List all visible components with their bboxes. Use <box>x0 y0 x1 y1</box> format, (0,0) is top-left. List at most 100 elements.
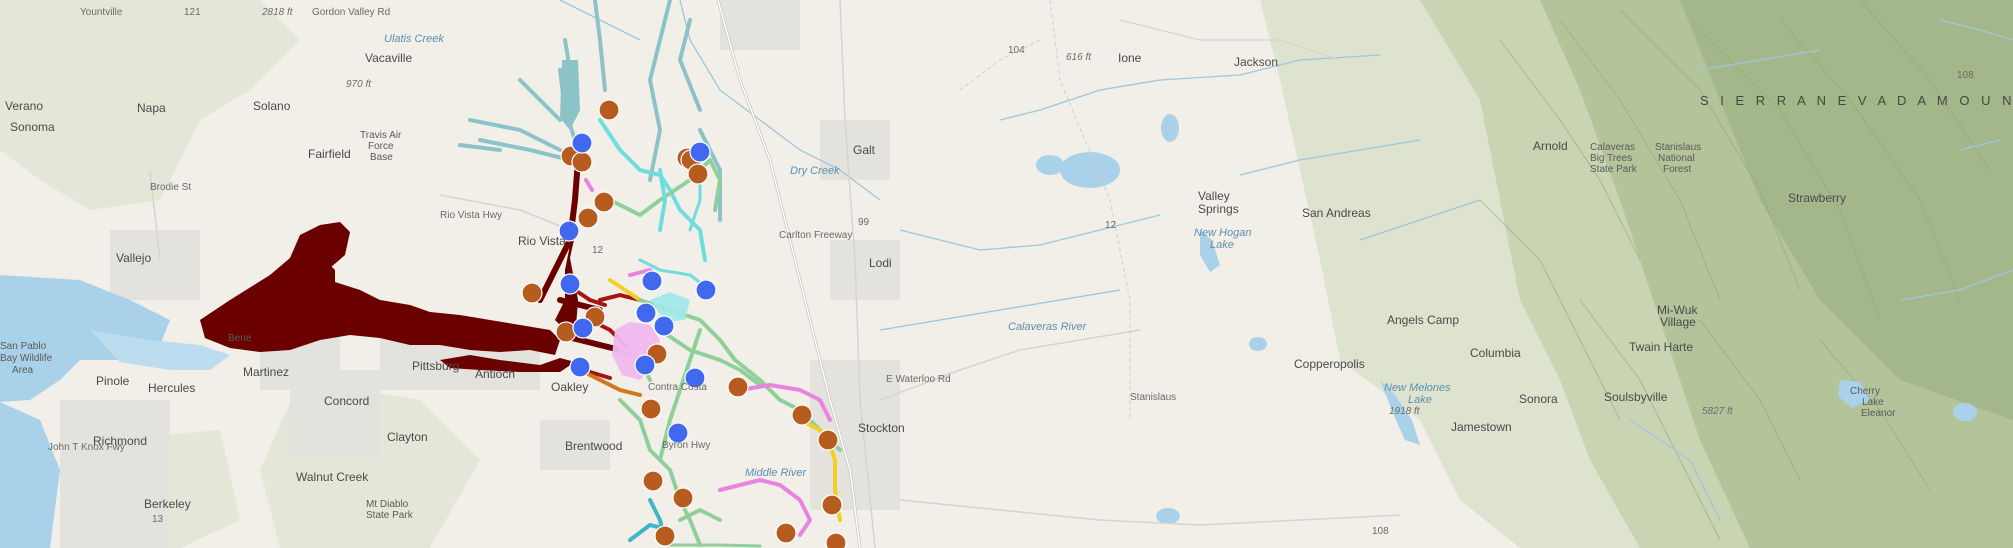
place-label-small: Big Trees <box>1590 153 1632 164</box>
map-marker-blue[interactable] <box>641 270 663 292</box>
water-label: Lake <box>1210 239 1234 251</box>
place-label: Sonora <box>1519 392 1558 406</box>
water-label: Ulatis Creek <box>384 33 444 45</box>
place-label: Springs <box>1198 202 1239 216</box>
place-label: Brentwood <box>565 439 622 453</box>
map-marker-blue[interactable] <box>559 273 581 295</box>
place-label: Berkeley <box>144 497 191 511</box>
place-label: Martinez <box>243 365 289 379</box>
region-label: S I E R R A N E V A D A M O U N T A I N <box>1700 93 2013 108</box>
place-label-small: Forest <box>1663 164 1692 175</box>
place-label: Concord <box>324 394 369 408</box>
place-label: Pittsburg <box>412 359 459 373</box>
elevation-label: 1918 ft <box>1389 406 1421 417</box>
map-marker-brown[interactable] <box>654 525 676 547</box>
place-label-small: Mt Diablo <box>366 499 409 510</box>
place-label-small: Force <box>368 141 394 152</box>
water-label: Lake <box>1408 394 1432 406</box>
map-marker-brown[interactable] <box>825 532 847 548</box>
place-label: Stockton <box>858 421 905 435</box>
map-marker-brown[interactable] <box>687 163 709 185</box>
map-marker-brown[interactable] <box>593 191 615 213</box>
place-label: San Andreas <box>1302 206 1371 220</box>
map-marker-blue[interactable] <box>571 132 593 154</box>
place-label: Vallejo <box>116 251 151 265</box>
place-label: Twain Harte <box>1629 340 1693 354</box>
place-label: Fairfield <box>308 147 351 161</box>
place-label: Sonoma <box>10 120 55 134</box>
place-label: Valley <box>1198 189 1230 203</box>
map-marker-brown[interactable] <box>775 522 797 544</box>
map-marker-brown[interactable] <box>598 99 620 121</box>
map-marker-blue[interactable] <box>689 141 711 163</box>
elevation-label: 616 ft <box>1066 52 1092 63</box>
map-marker-blue[interactable] <box>569 356 591 378</box>
highway-shield-label: 99 <box>858 217 870 228</box>
map-marker-brown[interactable] <box>571 151 593 173</box>
place-label-small: Calaveras <box>1590 142 1635 153</box>
place-label-small: National <box>1658 153 1695 164</box>
map-marker-brown[interactable] <box>640 398 662 420</box>
place-label: Soulsbyville <box>1604 390 1668 404</box>
place-label-small: Lake <box>1862 397 1884 408</box>
highway-shield-label: 108 <box>1372 526 1389 537</box>
map-marker-brown[interactable] <box>791 404 813 426</box>
place-label: Jamestown <box>1451 420 1512 434</box>
place-label-small: San Pablo <box>0 341 47 352</box>
map-marker-brown[interactable] <box>672 487 694 509</box>
place-label-small: Travis Air <box>360 130 402 141</box>
map-marker-brown[interactable] <box>817 429 839 451</box>
place-label: Jackson <box>1234 55 1278 69</box>
misc-label: Byron Hwy <box>662 440 710 451</box>
road-label: E Waterloo Rd <box>886 374 951 385</box>
place-label: Verano <box>5 99 43 113</box>
place-label: Ione <box>1118 51 1142 65</box>
highway-shield-label: 108 <box>1957 70 1974 81</box>
map-marker-blue[interactable] <box>635 302 657 324</box>
map-canvas[interactable]: Vacaville Napa Verano Sonoma Solano Fairfield… <box>0 0 2013 548</box>
misc-label: Yountville <box>80 7 123 18</box>
highway-shield-label: 13 <box>152 514 164 525</box>
place-label: Copperopolis <box>1294 357 1365 371</box>
place-label: Angels Camp <box>1387 313 1459 327</box>
map-marker-brown[interactable] <box>727 376 749 398</box>
road-label: Carlton Freeway <box>779 230 852 241</box>
place-label: Oakley <box>551 380 588 394</box>
map-marker-blue[interactable] <box>634 354 656 376</box>
map-marker-brown[interactable] <box>642 470 664 492</box>
map-marker-blue[interactable] <box>653 315 675 337</box>
place-label-small: Stanislaus <box>1655 142 1701 153</box>
map-view[interactable]: Vacaville Napa Verano Sonoma Solano Fairfield… <box>0 0 2013 548</box>
place-label: Arnold <box>1533 139 1568 153</box>
map-marker-brown[interactable] <box>521 282 543 304</box>
map-marker-blue[interactable] <box>695 279 717 301</box>
place-label: Clayton <box>387 430 428 444</box>
elevation-label: 970 ft <box>346 79 372 90</box>
road-label: John T Knox Fwy <box>48 442 125 453</box>
misc-label: Contra Costa <box>648 382 707 393</box>
place-label: Galt <box>853 143 876 157</box>
road-label: Stanislaus <box>1130 392 1176 403</box>
map-marker-brown[interactable] <box>821 494 843 516</box>
road-label: Brodie St <box>150 182 191 193</box>
highway-shield-label: 121 <box>184 7 201 18</box>
water-label: New Melones <box>1384 382 1451 394</box>
highway-shield-label: 12 <box>592 245 604 256</box>
place-label: Vacaville <box>365 51 412 65</box>
place-label-small: Cherry <box>1850 386 1880 397</box>
map-marker-blue[interactable] <box>572 317 594 339</box>
place-label: Walnut Creek <box>296 470 369 484</box>
map-marker-brown[interactable] <box>577 207 599 229</box>
place-label: Napa <box>137 101 166 115</box>
highway-shield-label: 12 <box>1105 220 1117 231</box>
place-label-small: State Park <box>366 510 414 521</box>
elevation-label: 5827 ft <box>1702 406 1734 417</box>
place-label: Hercules <box>148 381 195 395</box>
place-label: Village <box>1660 315 1696 329</box>
water-label: New Hogan <box>1194 227 1251 239</box>
road-label: Rio Vista Hwy <box>440 210 502 221</box>
water-label: Calaveras River <box>1008 321 1088 333</box>
place-label: Lodi <box>869 256 892 270</box>
elevation-label: 2818 ft <box>261 7 294 18</box>
place-label: Strawberry <box>1788 191 1846 205</box>
